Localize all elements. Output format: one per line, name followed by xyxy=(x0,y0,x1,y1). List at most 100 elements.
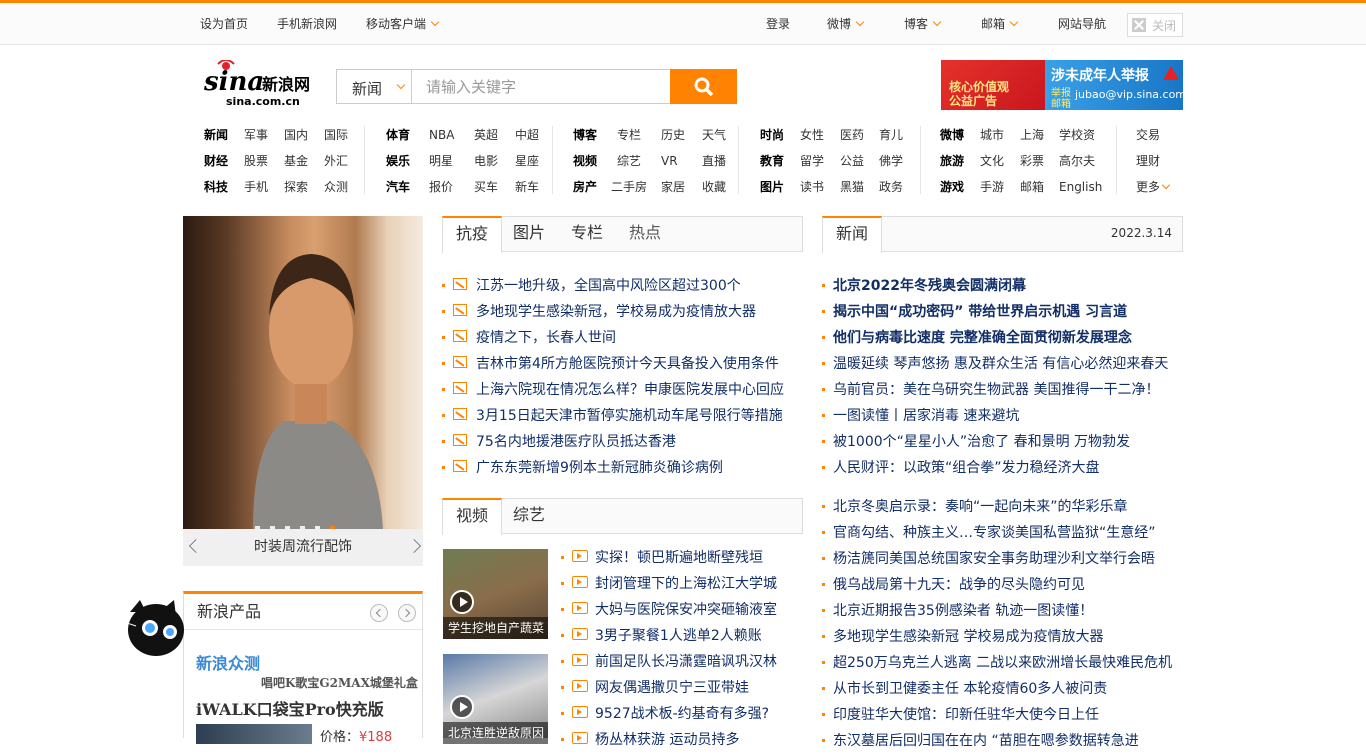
nav-link[interactable]: 黑猫 xyxy=(840,178,879,204)
nav-link[interactable]: 佛学 xyxy=(879,152,919,178)
video-link[interactable]: 3男子聚餐1人逃单2人赖账 xyxy=(595,628,762,644)
news-link[interactable]: 从市长到卫健委主任 本轮疫情60多人被问责 xyxy=(833,681,1107,697)
nav-link[interactable]: 外汇 xyxy=(324,152,364,178)
nav-link[interactable]: 视频 xyxy=(573,152,617,178)
nav-link[interactable]: 高尔夫 xyxy=(1059,152,1109,178)
search-input[interactable] xyxy=(411,69,671,104)
nav-link[interactable]: 上海 xyxy=(1020,126,1059,152)
focus-carousel[interactable]: 时装周流行配饰 xyxy=(183,216,423,566)
more-menu[interactable]: 更多 xyxy=(1136,178,1171,204)
news-link[interactable]: 江苏一地升级，全国高中风险区超过300个 xyxy=(476,278,741,294)
carousel-caption[interactable]: 时装周流行配饰 xyxy=(183,529,423,566)
tab-pictures[interactable]: 图片 xyxy=(500,216,558,252)
nav-link[interactable]: 新闻 xyxy=(204,126,244,152)
mail-menu[interactable]: 邮箱 xyxy=(981,15,1019,32)
tab-news[interactable]: 新闻 xyxy=(822,216,883,253)
nav-link[interactable]: 新车 xyxy=(515,178,555,204)
nav-link[interactable]: 英超 xyxy=(474,126,515,152)
nav-link[interactable]: 图片 xyxy=(760,178,800,204)
promo-text[interactable]: 唱吧K歌宝G2MAX城堡礼盒 xyxy=(261,674,418,691)
nav-link[interactable]: 星座 xyxy=(515,152,555,178)
news-link[interactable]: 被1000个“星星小人”治愈了 春和景明 万物勃发 xyxy=(833,434,1130,450)
nav-link[interactable]: 旅游 xyxy=(940,152,980,178)
nav-link[interactable]: 政务 xyxy=(879,178,919,204)
tab-video[interactable]: 视频 xyxy=(442,498,503,535)
nav-link[interactable]: 学校资 xyxy=(1059,126,1109,152)
nav-link[interactable]: 二手房 xyxy=(611,178,661,204)
video-link[interactable]: 9527战术板-约基奇有多强? xyxy=(595,706,769,722)
nav-link[interactable]: 历史 xyxy=(661,126,702,152)
nav-link[interactable]: 微博 xyxy=(940,126,980,152)
nav-link[interactable]: 教育 xyxy=(760,152,800,178)
nav-link[interactable]: 众测 xyxy=(324,178,364,204)
nav-link[interactable]: 手游 xyxy=(980,178,1020,204)
nav-link[interactable]: 基金 xyxy=(284,152,324,178)
blog-menu[interactable]: 博客 xyxy=(904,15,942,32)
nav-link[interactable]: 股票 xyxy=(244,152,284,178)
news-link[interactable]: 75名内地援港医疗队员抵达香港 xyxy=(476,434,676,450)
tab-epidemic[interactable]: 抗疫 xyxy=(442,216,503,253)
tab-columns[interactable]: 专栏 xyxy=(558,216,616,252)
nav-link[interactable]: 报价 xyxy=(429,178,474,204)
nav-link[interactable]: 理财 xyxy=(1136,152,1160,178)
mobile-sina-link[interactable]: 手机新浪网 xyxy=(277,15,337,32)
news-link[interactable]: 广东东莞新增9例本土新冠肺炎确诊病例 xyxy=(476,460,723,476)
nav-link[interactable]: 医药 xyxy=(840,126,879,152)
nav-link[interactable]: 房产 xyxy=(573,178,611,204)
news-link[interactable]: 人民财评：以政策“组合拳”发力稳经济大盘 xyxy=(833,460,1100,476)
site-nav-link[interactable]: 网站导航 xyxy=(1058,15,1106,32)
nav-link[interactable]: 城市 xyxy=(980,126,1020,152)
nav-link[interactable]: 买车 xyxy=(474,178,515,204)
nav-link[interactable]: 体育 xyxy=(386,126,429,152)
video-thumbnail[interactable]: 北京连胜逆敌原因 xyxy=(443,654,548,744)
nav-link[interactable]: 财经 xyxy=(204,152,244,178)
nav-link[interactable]: English xyxy=(1059,178,1117,204)
nav-link[interactable]: 留学 xyxy=(800,152,840,178)
chevron-right-icon[interactable] xyxy=(398,604,416,622)
news-link[interactable]: 乌前官员：美在乌研究生物武器 美国推得一干二净！ xyxy=(833,382,1159,398)
news-link[interactable]: 东汉墓居后回归国在在内 “苗胆在嗯参数据转急进 xyxy=(833,733,1139,749)
nav-link[interactable]: 汽车 xyxy=(386,178,429,204)
nav-link[interactable]: 中超 xyxy=(515,126,555,152)
news-link[interactable]: 北京冬奥启示录：奏响“一起向未来”的华彩乐章 xyxy=(833,499,1128,515)
video-link[interactable]: 封闭管理下的上海松江大学城 xyxy=(595,576,777,592)
news-link[interactable]: 温暖延续 琴声悠扬 惠及群众生活 有信心必然迎来春天 xyxy=(833,356,1168,372)
nav-link[interactable]: 交易 xyxy=(1136,126,1160,152)
news-link[interactable]: 一图读懂丨居家消毒 速来避坑 xyxy=(833,408,1019,424)
nav-link[interactable]: 直播 xyxy=(702,152,742,178)
tab-variety[interactable]: 综艺 xyxy=(500,498,558,534)
search-category-select[interactable]: 新闻 xyxy=(336,69,412,104)
news-link[interactable]: 上海六院现在情况怎么样？申康医院发展中心回应 xyxy=(476,382,784,398)
nav-link[interactable]: 家居 xyxy=(661,178,702,204)
headline-link[interactable]: 他们与病毒比速度 完整准确全面贯彻新发展理念 xyxy=(833,330,1132,346)
mobile-client-menu[interactable]: 移动客户端 xyxy=(366,15,440,32)
nav-link[interactable]: 探索 xyxy=(284,178,324,204)
nav-link[interactable]: 天气 xyxy=(702,126,742,152)
nav-link[interactable]: 军事 xyxy=(244,126,284,152)
video-link[interactable]: 杨丛林获游 运动员持多 xyxy=(595,732,739,748)
news-link[interactable]: 印度驻华大使馆：印新任驻华大使今日上任 xyxy=(833,707,1099,723)
nav-link[interactable]: 女性 xyxy=(800,126,840,152)
nav-link[interactable]: 专栏 xyxy=(617,126,661,152)
nav-link[interactable]: 读书 xyxy=(800,178,840,204)
news-link[interactable]: 多地现学生感染新冠 学校易成为疫情放大器 xyxy=(833,629,1103,645)
nav-link[interactable]: 科技 xyxy=(204,178,244,204)
nav-link[interactable]: 游戏 xyxy=(940,178,980,204)
nav-link[interactable]: 邮箱 xyxy=(1020,178,1059,204)
video-link[interactable]: 实探！顿巴斯遍地断壁残垣 xyxy=(595,550,763,566)
nav-link[interactable]: 明星 xyxy=(429,152,474,178)
nav-link[interactable]: 手机 xyxy=(244,178,284,204)
set-homepage-link[interactable]: 设为首页 xyxy=(200,15,248,32)
zhongce-brand[interactable]: 新浪众测 xyxy=(196,650,260,674)
nav-link[interactable]: 娱乐 xyxy=(386,152,429,178)
news-link[interactable]: 疫情之下，长春人世间 xyxy=(476,330,616,346)
headline-link[interactable]: 揭示中国“成功密码” 带给世界启示机遇 习言道 xyxy=(833,304,1127,320)
nav-link[interactable]: 公益 xyxy=(840,152,879,178)
nav-link[interactable]: 彩票 xyxy=(1020,152,1059,178)
carousel-photo[interactable] xyxy=(183,216,423,531)
video-thumbnail[interactable]: 学生挖地自产蔬菜 xyxy=(443,549,548,639)
news-link[interactable]: 3月15日起天津市暂停实施机动车尾号限行等措施 xyxy=(476,408,783,424)
search-button[interactable] xyxy=(670,69,737,104)
nav-link[interactable]: 时尚 xyxy=(760,126,800,152)
nav-link[interactable]: 国际 xyxy=(324,126,364,152)
